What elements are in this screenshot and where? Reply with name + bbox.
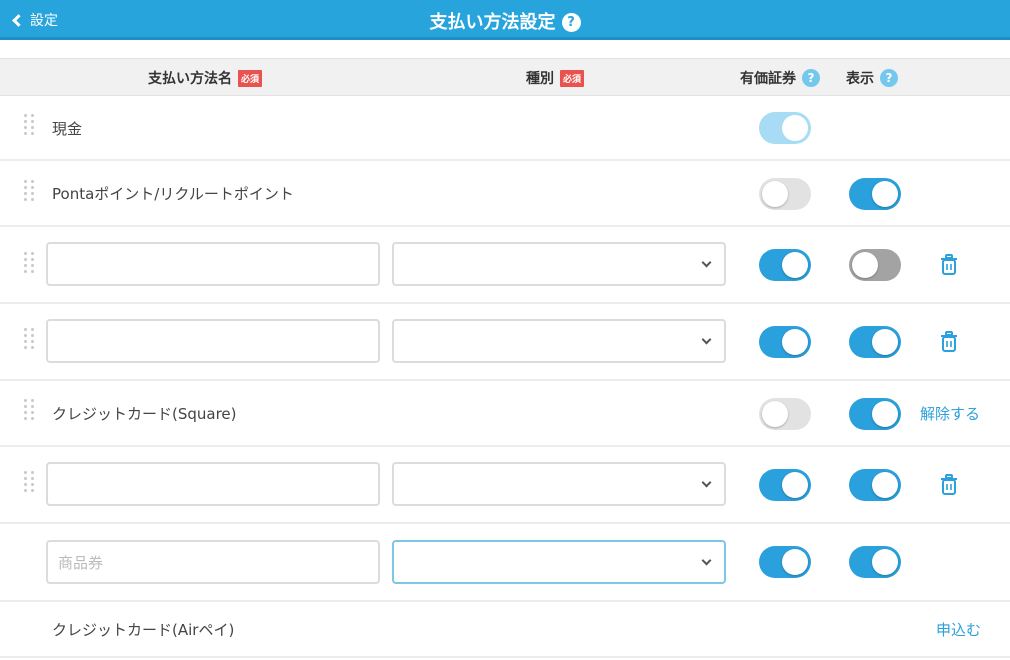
unlink-button[interactable]: 解除する bbox=[920, 403, 980, 424]
question-circle-icon[interactable]: ? bbox=[880, 69, 898, 87]
page-title-wrap: 支払い方法設定? bbox=[0, 8, 1010, 34]
page-title: 支払い方法設定 bbox=[429, 12, 556, 33]
column-header-securities: 有価証券 ? bbox=[740, 68, 820, 88]
payment-name-input[interactable]: 商品券 bbox=[46, 540, 380, 584]
drag-handle-icon[interactable] bbox=[24, 328, 36, 349]
table-row bbox=[0, 447, 1010, 524]
display-toggle[interactable] bbox=[849, 398, 901, 430]
payment-type-select[interactable] bbox=[392, 242, 726, 286]
trash-icon[interactable] bbox=[940, 474, 958, 496]
payment-method-name: Pontaポイント/リクルートポイント bbox=[52, 185, 294, 203]
trash-icon[interactable] bbox=[940, 331, 958, 353]
column-header-name: 支払い方法名 必須 bbox=[148, 68, 263, 88]
apply-button[interactable]: 申込む bbox=[936, 619, 981, 640]
securities-toggle[interactable] bbox=[759, 398, 811, 430]
drag-handle-icon[interactable] bbox=[24, 114, 36, 135]
payment-name-input[interactable] bbox=[46, 462, 380, 506]
table-row: Pontaポイント/リクルートポイント bbox=[0, 161, 1010, 227]
securities-toggle[interactable] bbox=[759, 249, 811, 281]
display-toggle[interactable] bbox=[849, 546, 901, 578]
drag-handle-icon[interactable] bbox=[24, 399, 36, 420]
table-row: クレジットカード(Square) 解除する bbox=[0, 381, 1010, 447]
payment-method-name: 現金 bbox=[52, 120, 83, 138]
payment-type-select[interactable] bbox=[392, 319, 726, 363]
chevron-down-icon bbox=[701, 555, 712, 566]
drag-handle-icon[interactable] bbox=[24, 180, 36, 201]
column-securities-label: 有価証券 bbox=[740, 71, 796, 87]
table-row bbox=[0, 304, 1010, 381]
column-name-label: 支払い方法名 bbox=[148, 71, 232, 87]
question-circle-icon[interactable]: ? bbox=[802, 69, 820, 87]
drag-handle-icon[interactable] bbox=[24, 252, 36, 273]
chevron-down-icon bbox=[701, 257, 712, 268]
display-toggle[interactable] bbox=[849, 249, 901, 281]
column-display-label: 表示 bbox=[846, 71, 874, 87]
payment-method-name: クレジットカード(Square) bbox=[52, 405, 237, 423]
securities-toggle[interactable] bbox=[759, 178, 811, 210]
display-toggle[interactable] bbox=[849, 178, 901, 210]
drag-handle-icon[interactable] bbox=[24, 471, 36, 492]
securities-toggle[interactable] bbox=[759, 546, 811, 578]
securities-toggle[interactable] bbox=[759, 326, 811, 358]
payment-name-input[interactable] bbox=[46, 242, 380, 286]
column-header-display: 表示 ? bbox=[846, 68, 898, 88]
trash-icon[interactable] bbox=[940, 254, 958, 276]
payment-method-name: クレジットカード(Airペイ) bbox=[52, 621, 235, 639]
column-type-label: 種別 bbox=[526, 71, 554, 87]
table-row: クレジットカード(Airペイ) 申込む bbox=[0, 602, 1010, 658]
table-row bbox=[0, 227, 1010, 304]
chevron-down-icon bbox=[701, 477, 712, 488]
required-badge: 必須 bbox=[238, 69, 263, 87]
question-circle-icon[interactable]: ? bbox=[561, 13, 581, 32]
display-toggle[interactable] bbox=[849, 469, 901, 501]
table-header: 支払い方法名 必須 種別 必須 有価証券 ? 表示 ? bbox=[0, 58, 1010, 96]
required-badge: 必須 bbox=[560, 69, 585, 87]
securities-toggle bbox=[759, 112, 811, 144]
chevron-down-icon bbox=[701, 334, 712, 345]
payment-name-input[interactable] bbox=[46, 319, 380, 363]
payment-type-select[interactable] bbox=[392, 540, 726, 584]
payment-type-select[interactable] bbox=[392, 462, 726, 506]
column-header-type: 種別 必須 bbox=[526, 68, 585, 88]
securities-toggle[interactable] bbox=[759, 469, 811, 501]
table-row-new: 商品券 bbox=[0, 524, 1010, 602]
display-toggle[interactable] bbox=[849, 326, 901, 358]
nav-bar: 設定 支払い方法設定? bbox=[0, 0, 1010, 40]
table-row: 現金 bbox=[0, 96, 1010, 161]
